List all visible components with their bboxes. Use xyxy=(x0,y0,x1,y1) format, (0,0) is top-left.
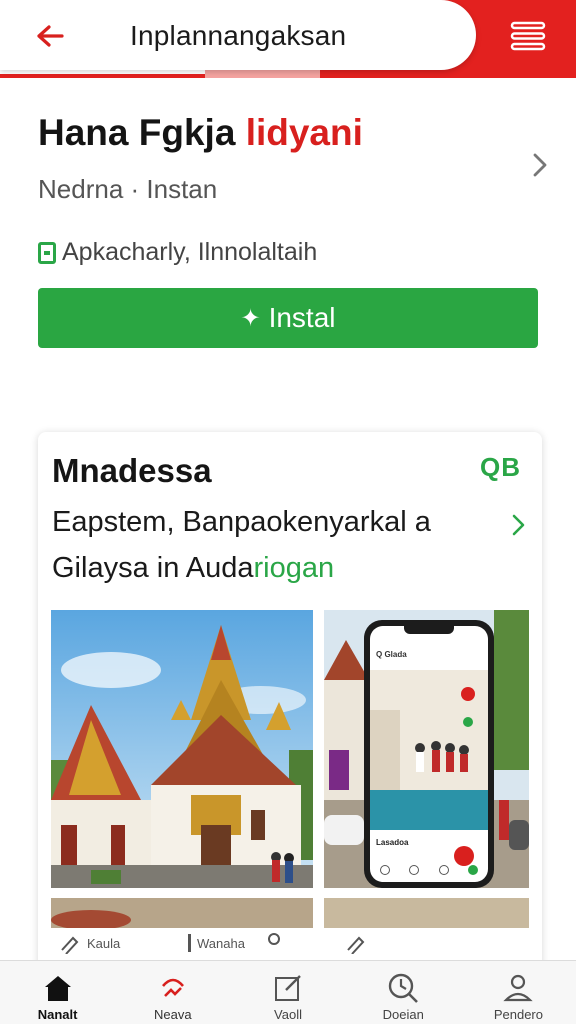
install-button[interactable]: ✦ Instal xyxy=(38,288,538,348)
app-name-heading: Hana Fgkja lidyani xyxy=(38,112,363,154)
feature-line: Apkacharly, Ilnnolaltaih xyxy=(38,238,317,267)
temple-photo[interactable] xyxy=(51,610,313,888)
chevron-right-icon[interactable] xyxy=(508,512,528,538)
card-description-line-2: Gilaysa in Audariogan xyxy=(52,552,334,585)
phone-screen-image xyxy=(370,670,488,790)
chevron-right-icon[interactable] xyxy=(528,150,552,180)
app-name-main: Hana Fgkja xyxy=(38,112,246,153)
phone-nav-icon xyxy=(409,865,420,875)
thumbnail-ground-2[interactable] xyxy=(324,898,529,928)
phone-mockup: Q Glada Lasadoa xyxy=(364,620,494,888)
nav-item-alerts[interactable]: Neava xyxy=(115,961,230,1024)
nav-label-search: Doeian xyxy=(382,1007,424,1022)
card-description-line-2-main: Gilaysa in Auda xyxy=(52,552,254,584)
pin-icon xyxy=(268,933,280,945)
phone-screen-nav xyxy=(370,858,488,882)
sparkle-icon: ✦ xyxy=(240,304,261,332)
mini-item[interactable] xyxy=(265,932,283,954)
developer-subtitle: Nedrna · Instan xyxy=(38,174,218,204)
mini-item[interactable] xyxy=(345,932,373,954)
clock-search-icon xyxy=(386,971,420,1005)
edit-icon xyxy=(271,971,305,1005)
mini-item[interactable]: Wanaha xyxy=(183,932,245,954)
nav-item-home[interactable]: Nanalt xyxy=(0,961,115,1024)
profile-icon xyxy=(501,971,535,1005)
app-title: Inplannangaksan xyxy=(130,20,347,51)
menu-button[interactable] xyxy=(504,14,552,58)
menu-icon xyxy=(510,21,546,51)
nav-label-profile: Pendero xyxy=(493,1007,543,1022)
nav-label-alerts: Neava xyxy=(154,1007,192,1022)
nav-label-home: Nanalt xyxy=(37,1007,78,1022)
card-description-line-1: Eapstem, Banpaokenyarkal a xyxy=(52,506,431,538)
arrow-left-icon xyxy=(37,25,64,47)
nav-label-edit: Vaoll xyxy=(274,1007,302,1022)
thumbnail-ground-1[interactable] xyxy=(51,898,313,928)
home-icon xyxy=(41,971,75,1005)
phone-notch xyxy=(404,626,454,634)
pen-icon xyxy=(347,936,365,954)
phone-nav-icon xyxy=(468,865,479,875)
feature-card[interactable]: Mnadessa QB Eapstem, Banpaokenyarkal a G… xyxy=(38,432,542,992)
temple-illustration xyxy=(51,610,313,888)
bottom-navigation: Nanalt Neava Vaoll Doeian Pendero xyxy=(0,960,576,1024)
phone-screen-caption: Lasadoa xyxy=(376,838,409,847)
card-title: Mnadessa xyxy=(52,452,212,489)
nav-item-search[interactable]: Doeian xyxy=(346,961,461,1024)
top-app-bar: Inplannangaksan xyxy=(0,0,576,80)
phone-screen-header: Q Glada xyxy=(376,650,407,659)
nav-item-profile[interactable]: Pendero xyxy=(461,961,576,1024)
card-description-line-2-accent: riogan xyxy=(253,552,335,584)
mini-item-label: Wanaha xyxy=(197,935,245,951)
phone-nav-icon xyxy=(379,865,390,875)
pen-icon xyxy=(61,936,79,954)
thumbnail-ground-image xyxy=(51,898,313,928)
feature-text: Apkacharly, Ilnnolaltaih xyxy=(62,238,318,266)
phone-screen: Q Glada Lasadoa xyxy=(370,626,488,882)
device-check-icon xyxy=(38,241,56,264)
phone-screen-banner xyxy=(370,790,488,830)
mini-item[interactable]: Kaula xyxy=(59,932,120,954)
card-badge: QB xyxy=(480,452,521,482)
app-name-accent: lidyani xyxy=(245,112,363,153)
phone-nav-icon xyxy=(438,865,449,875)
app-preview-photo[interactable]: Q Glada Lasadoa xyxy=(324,610,529,888)
bar-icon xyxy=(188,934,191,952)
alert-icon xyxy=(156,971,190,1005)
install-label: Instal xyxy=(268,302,336,333)
nav-item-edit[interactable]: Vaoll xyxy=(230,961,345,1024)
back-button[interactable] xyxy=(30,16,70,56)
mini-item-label: Kaula xyxy=(87,935,121,951)
crowd-illustration xyxy=(370,670,488,790)
